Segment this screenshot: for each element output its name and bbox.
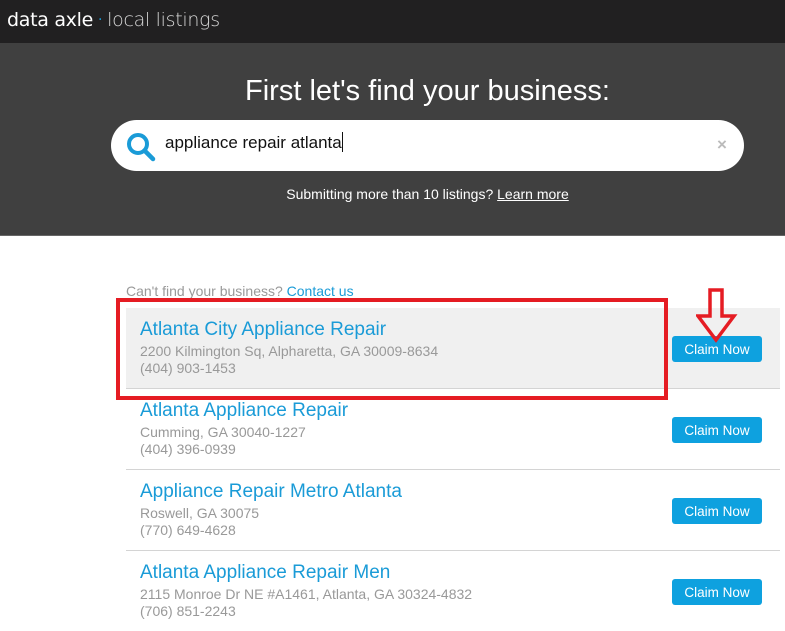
- search-icon: [127, 133, 156, 162]
- business-address: 2115 Monroe Dr NE #A1461, Atlanta, GA 30…: [140, 586, 473, 602]
- learn-more-link[interactable]: Learn more: [497, 186, 569, 202]
- annotation-down-arrow-icon: [696, 288, 738, 343]
- search-input[interactable]: appliance repair atlanta: [165, 132, 685, 158]
- brand-separator: ·: [98, 12, 103, 28]
- brand-logo[interactable]: data axle · local listings: [7, 9, 220, 31]
- bulk-hint-text: Submitting more than 10 listings?: [286, 186, 494, 202]
- business-phone: (770) 649-4628: [140, 522, 236, 538]
- cant-find-text: Can't find your business?: [126, 283, 283, 299]
- business-name[interactable]: Appliance Repair Metro Atlanta: [140, 481, 402, 503]
- contact-us-link[interactable]: Contact us: [287, 283, 354, 299]
- business-name[interactable]: Atlanta Appliance Repair Men: [140, 562, 390, 584]
- text-caret: [341, 132, 343, 152]
- cant-find-row: Can't find your business? Contact us: [126, 283, 354, 299]
- result-item: Atlanta Appliance Repair Men 2115 Monroe…: [126, 551, 780, 631]
- top-bar: data axle · local listings: [0, 0, 785, 43]
- search-box[interactable]: appliance repair atlanta ×: [111, 120, 744, 171]
- claim-now-button[interactable]: Claim Now: [672, 417, 762, 443]
- product-name: local listings: [107, 9, 220, 31]
- search-input-value: appliance repair atlanta: [165, 133, 342, 152]
- business-address: Roswell, GA 30075: [140, 505, 260, 521]
- claim-now-button[interactable]: Claim Now: [672, 579, 762, 605]
- search-hero: First let's find your business: applianc…: [0, 43, 785, 236]
- page-title: First let's find your business:: [245, 75, 610, 107]
- business-phone: (706) 851-2243: [140, 603, 236, 619]
- result-item: Appliance Repair Metro Atlanta Roswell, …: [126, 470, 780, 551]
- bulk-hint: Submitting more than 10 listings? Learn …: [0, 186, 785, 202]
- result-item: Atlanta Appliance Repair Cumming, GA 300…: [126, 389, 780, 470]
- annotation-highlight-box: [116, 298, 668, 400]
- clear-search-icon[interactable]: ×: [717, 135, 727, 155]
- business-phone: (404) 396-0939: [140, 441, 236, 457]
- claim-now-button[interactable]: Claim Now: [672, 498, 762, 524]
- brand-name: data axle: [7, 9, 93, 31]
- business-name[interactable]: Atlanta Appliance Repair: [140, 400, 348, 422]
- business-address: Cumming, GA 30040-1227: [140, 424, 306, 440]
